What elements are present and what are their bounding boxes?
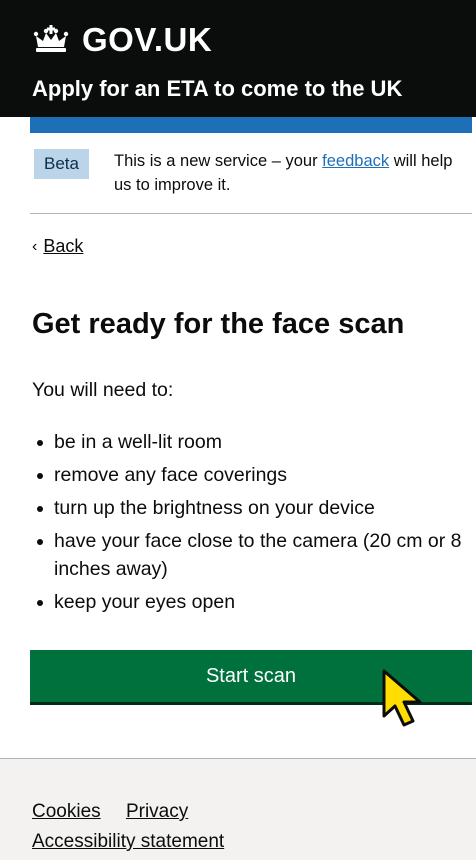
feedback-link[interactable]: feedback [322,152,389,170]
accessibility-statement-link[interactable]: Accessibility statement [32,831,224,852]
list-item: be in a well-lit room [32,428,472,456]
header-blue-bar [30,117,472,133]
mouse-pointer-icon [382,669,422,727]
list-item: turn up the brightness on your device [32,494,472,522]
page-title: Get ready for the face scan [32,308,405,340]
footer-links: Cookies Privacy Accessibility statement [32,797,452,857]
beta-tag: Beta [34,149,89,179]
cookies-link[interactable]: Cookies [32,801,101,822]
brand-text: GOV.UK [82,21,213,58]
phase-banner-text: This is a new service – your feedback wi… [114,149,466,197]
govuk-logo-link[interactable]: GOV.UK [32,20,212,60]
service-name[interactable]: Apply for an ETA to come to the UK [32,75,402,103]
crown-icon [33,25,69,52]
phase-text-before: This is a new service – your [114,152,323,170]
back-link[interactable]: Back [43,236,83,257]
phase-banner: Beta This is a new service – your feedba… [30,143,472,214]
site-header: GOV.UK Apply for an ETA to come to the U… [0,0,476,117]
back-link-container[interactable]: ‹ Back [32,236,83,257]
list-item: keep your eyes open [32,588,472,616]
list-item: remove any face coverings [32,461,472,489]
lead-text: You will need to: [32,379,174,401]
list-item: have your face close to the camera (20 c… [32,527,472,583]
requirements-list: be in a well-lit room remove any face co… [32,428,472,621]
chevron-left-icon: ‹ [32,237,38,255]
privacy-link[interactable]: Privacy [126,801,188,822]
site-footer: Cookies Privacy Accessibility statement [0,758,476,860]
